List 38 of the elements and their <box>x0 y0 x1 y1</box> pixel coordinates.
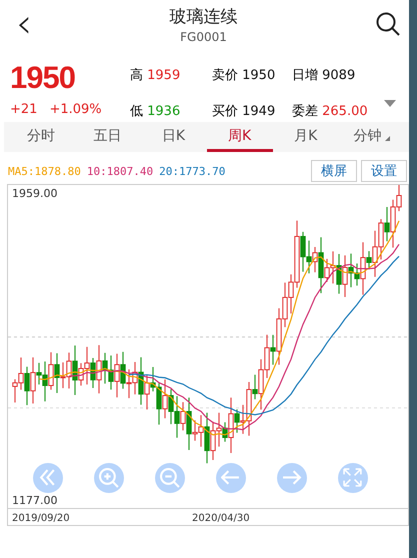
arrow-left-button[interactable] <box>216 463 246 493</box>
zoom-in-button[interactable] <box>94 463 124 493</box>
quote-stat: 日增 9089 <box>292 67 356 85</box>
price-change: +21 <box>10 102 38 117</box>
axis-max-label: 1959.00 <box>12 187 58 200</box>
zoom-in-icon <box>99 468 119 488</box>
chart-option-button[interactable]: 横屏 <box>311 160 357 182</box>
chart-option-button[interactable]: 设置 <box>361 160 407 182</box>
contract-code: FG0001 <box>180 30 227 44</box>
ma-legend-label: 20:1773.70 <box>159 164 226 178</box>
period-tab[interactable]: 分时 <box>8 122 74 152</box>
quote-stat: 买价 1949 <box>212 103 276 121</box>
period-tab[interactable]: 周K <box>206 122 273 152</box>
date-label: 2019/09/20 <box>12 513 70 524</box>
back-button[interactable]: ‹ <box>16 4 32 44</box>
page-title: 玻璃连续 <box>170 6 238 28</box>
quote-stat: 高 1959 <box>130 67 182 85</box>
arrow-right-button[interactable] <box>277 463 307 493</box>
expand-triangle-icon[interactable] <box>384 100 396 107</box>
expand-button[interactable] <box>338 463 368 493</box>
quote-stat: 低 1936 <box>130 103 182 121</box>
zoom-out-icon <box>160 468 180 488</box>
ma-legend-label: MA5:1878.80 <box>8 164 81 178</box>
percent-change: +1.09% <box>49 102 102 117</box>
period-tab[interactable]: 月K <box>272 122 339 152</box>
ma-legend-label: 10:1807.40 <box>86 164 154 178</box>
search-icon[interactable] <box>375 11 401 37</box>
zoom-out-button[interactable] <box>155 463 185 493</box>
period-tab[interactable]: 日K <box>140 122 207 152</box>
axis-min-label: 1177.00 <box>12 494 58 507</box>
last-price: 1950 <box>10 60 76 96</box>
period-tab[interactable]: 五日 <box>74 122 140 152</box>
date-label: 2020/04/30 <box>192 513 250 524</box>
expand-icon <box>343 468 363 488</box>
double-chevron-left-button[interactable] <box>33 463 63 493</box>
quote-stat: 委差 265.00 <box>292 103 369 121</box>
quote-stat: 卖价 1950 <box>212 67 276 85</box>
period-tab[interactable]: 分钟 <box>338 122 406 152</box>
